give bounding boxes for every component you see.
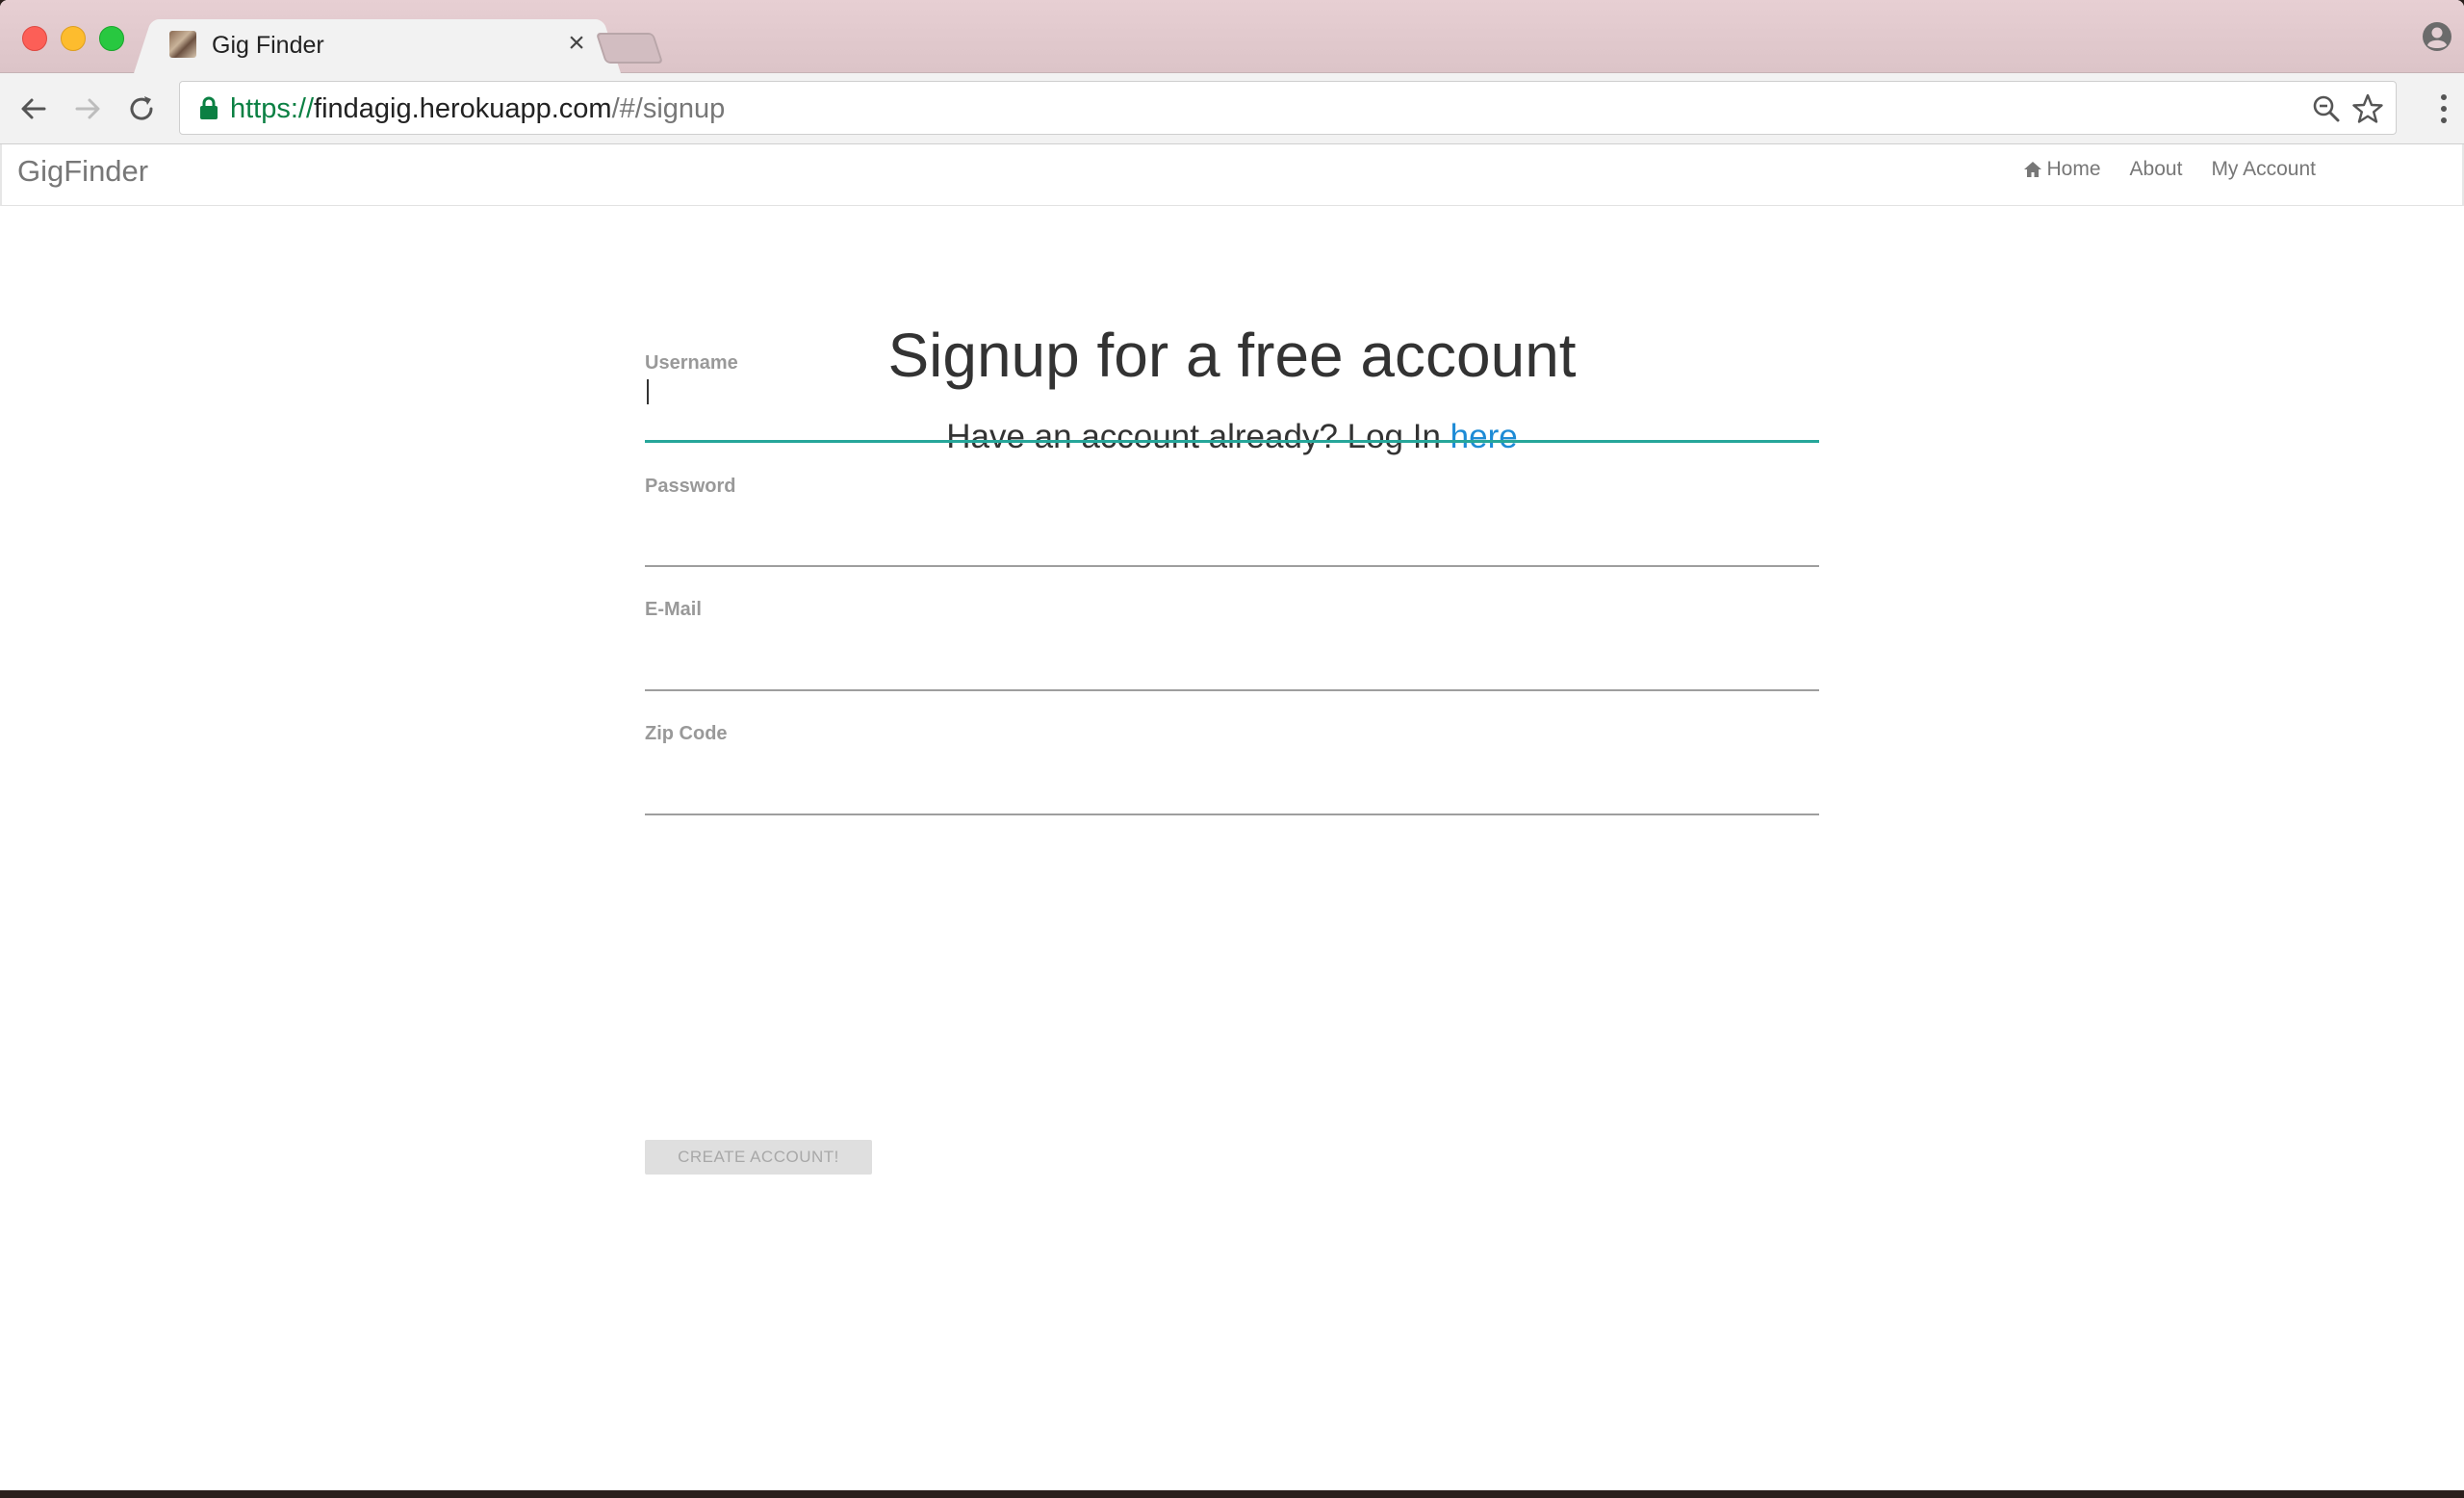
zoom-out-icon[interactable] xyxy=(2311,93,2342,124)
site-navbar: GigFinder Home About My Account xyxy=(0,144,2464,206)
nav-home-link[interactable]: Home xyxy=(2023,158,2101,181)
lock-icon[interactable] xyxy=(197,95,220,120)
url-scheme: https:// xyxy=(230,93,315,124)
password-label: Password xyxy=(645,476,736,497)
browser-window: Gig Finder × https://findagig.herokuapp. xyxy=(0,0,2464,1490)
nav-about-link[interactable]: About xyxy=(2130,158,2183,181)
url-host: findagig.herokuapp.com xyxy=(314,93,612,124)
page-title: Signup for a free account xyxy=(887,321,1577,390)
window-minimize-button[interactable] xyxy=(61,26,86,51)
tab-strip: Gig Finder × xyxy=(0,0,2464,74)
kebab-menu-icon[interactable] xyxy=(2437,90,2451,127)
browser-tab-active[interactable]: Gig Finder × xyxy=(156,19,599,74)
zip-code-input[interactable] xyxy=(645,773,1819,815)
page-content: GigFinder Home About My Account Signup f… xyxy=(0,144,2464,1490)
bookmark-star-icon[interactable] xyxy=(2351,92,2384,125)
zip-code-label: Zip Code xyxy=(645,723,728,744)
browser-toolbar: https://findagig.herokuapp.com/#/signup xyxy=(0,73,2464,144)
username-input[interactable] xyxy=(645,400,1819,443)
new-tab-button[interactable] xyxy=(595,33,664,64)
url-text[interactable]: https://findagig.herokuapp.com/#/signup xyxy=(230,93,725,125)
username-label: Username xyxy=(645,352,738,374)
email-input[interactable] xyxy=(645,649,1819,691)
nav-home-label: Home xyxy=(2046,158,2101,180)
url-path: /#/signup xyxy=(611,93,726,124)
nav-links: Home About My Account xyxy=(2023,158,2316,181)
profile-icon[interactable] xyxy=(2422,21,2452,52)
address-bar[interactable]: https://findagig.herokuapp.com/#/signup xyxy=(179,81,2397,135)
text-caret xyxy=(647,379,649,404)
favicon-icon xyxy=(169,31,196,58)
back-arrow-icon[interactable] xyxy=(15,90,52,127)
window-maximize-button[interactable] xyxy=(99,26,124,51)
tab-title: Gig Finder xyxy=(212,32,324,59)
home-icon xyxy=(2023,162,2041,177)
email-label: E-Mail xyxy=(645,599,702,620)
create-account-button[interactable]: CREATE ACCOUNT! xyxy=(645,1140,872,1175)
nav-my-account-link[interactable]: My Account xyxy=(2211,158,2316,181)
brand-logo[interactable]: GigFinder xyxy=(17,154,148,189)
tab-close-button[interactable]: × xyxy=(560,27,593,60)
password-input[interactable] xyxy=(645,525,1819,567)
reload-icon[interactable] xyxy=(123,90,160,127)
window-close-button[interactable] xyxy=(22,26,47,51)
forward-arrow-icon[interactable] xyxy=(69,90,106,127)
